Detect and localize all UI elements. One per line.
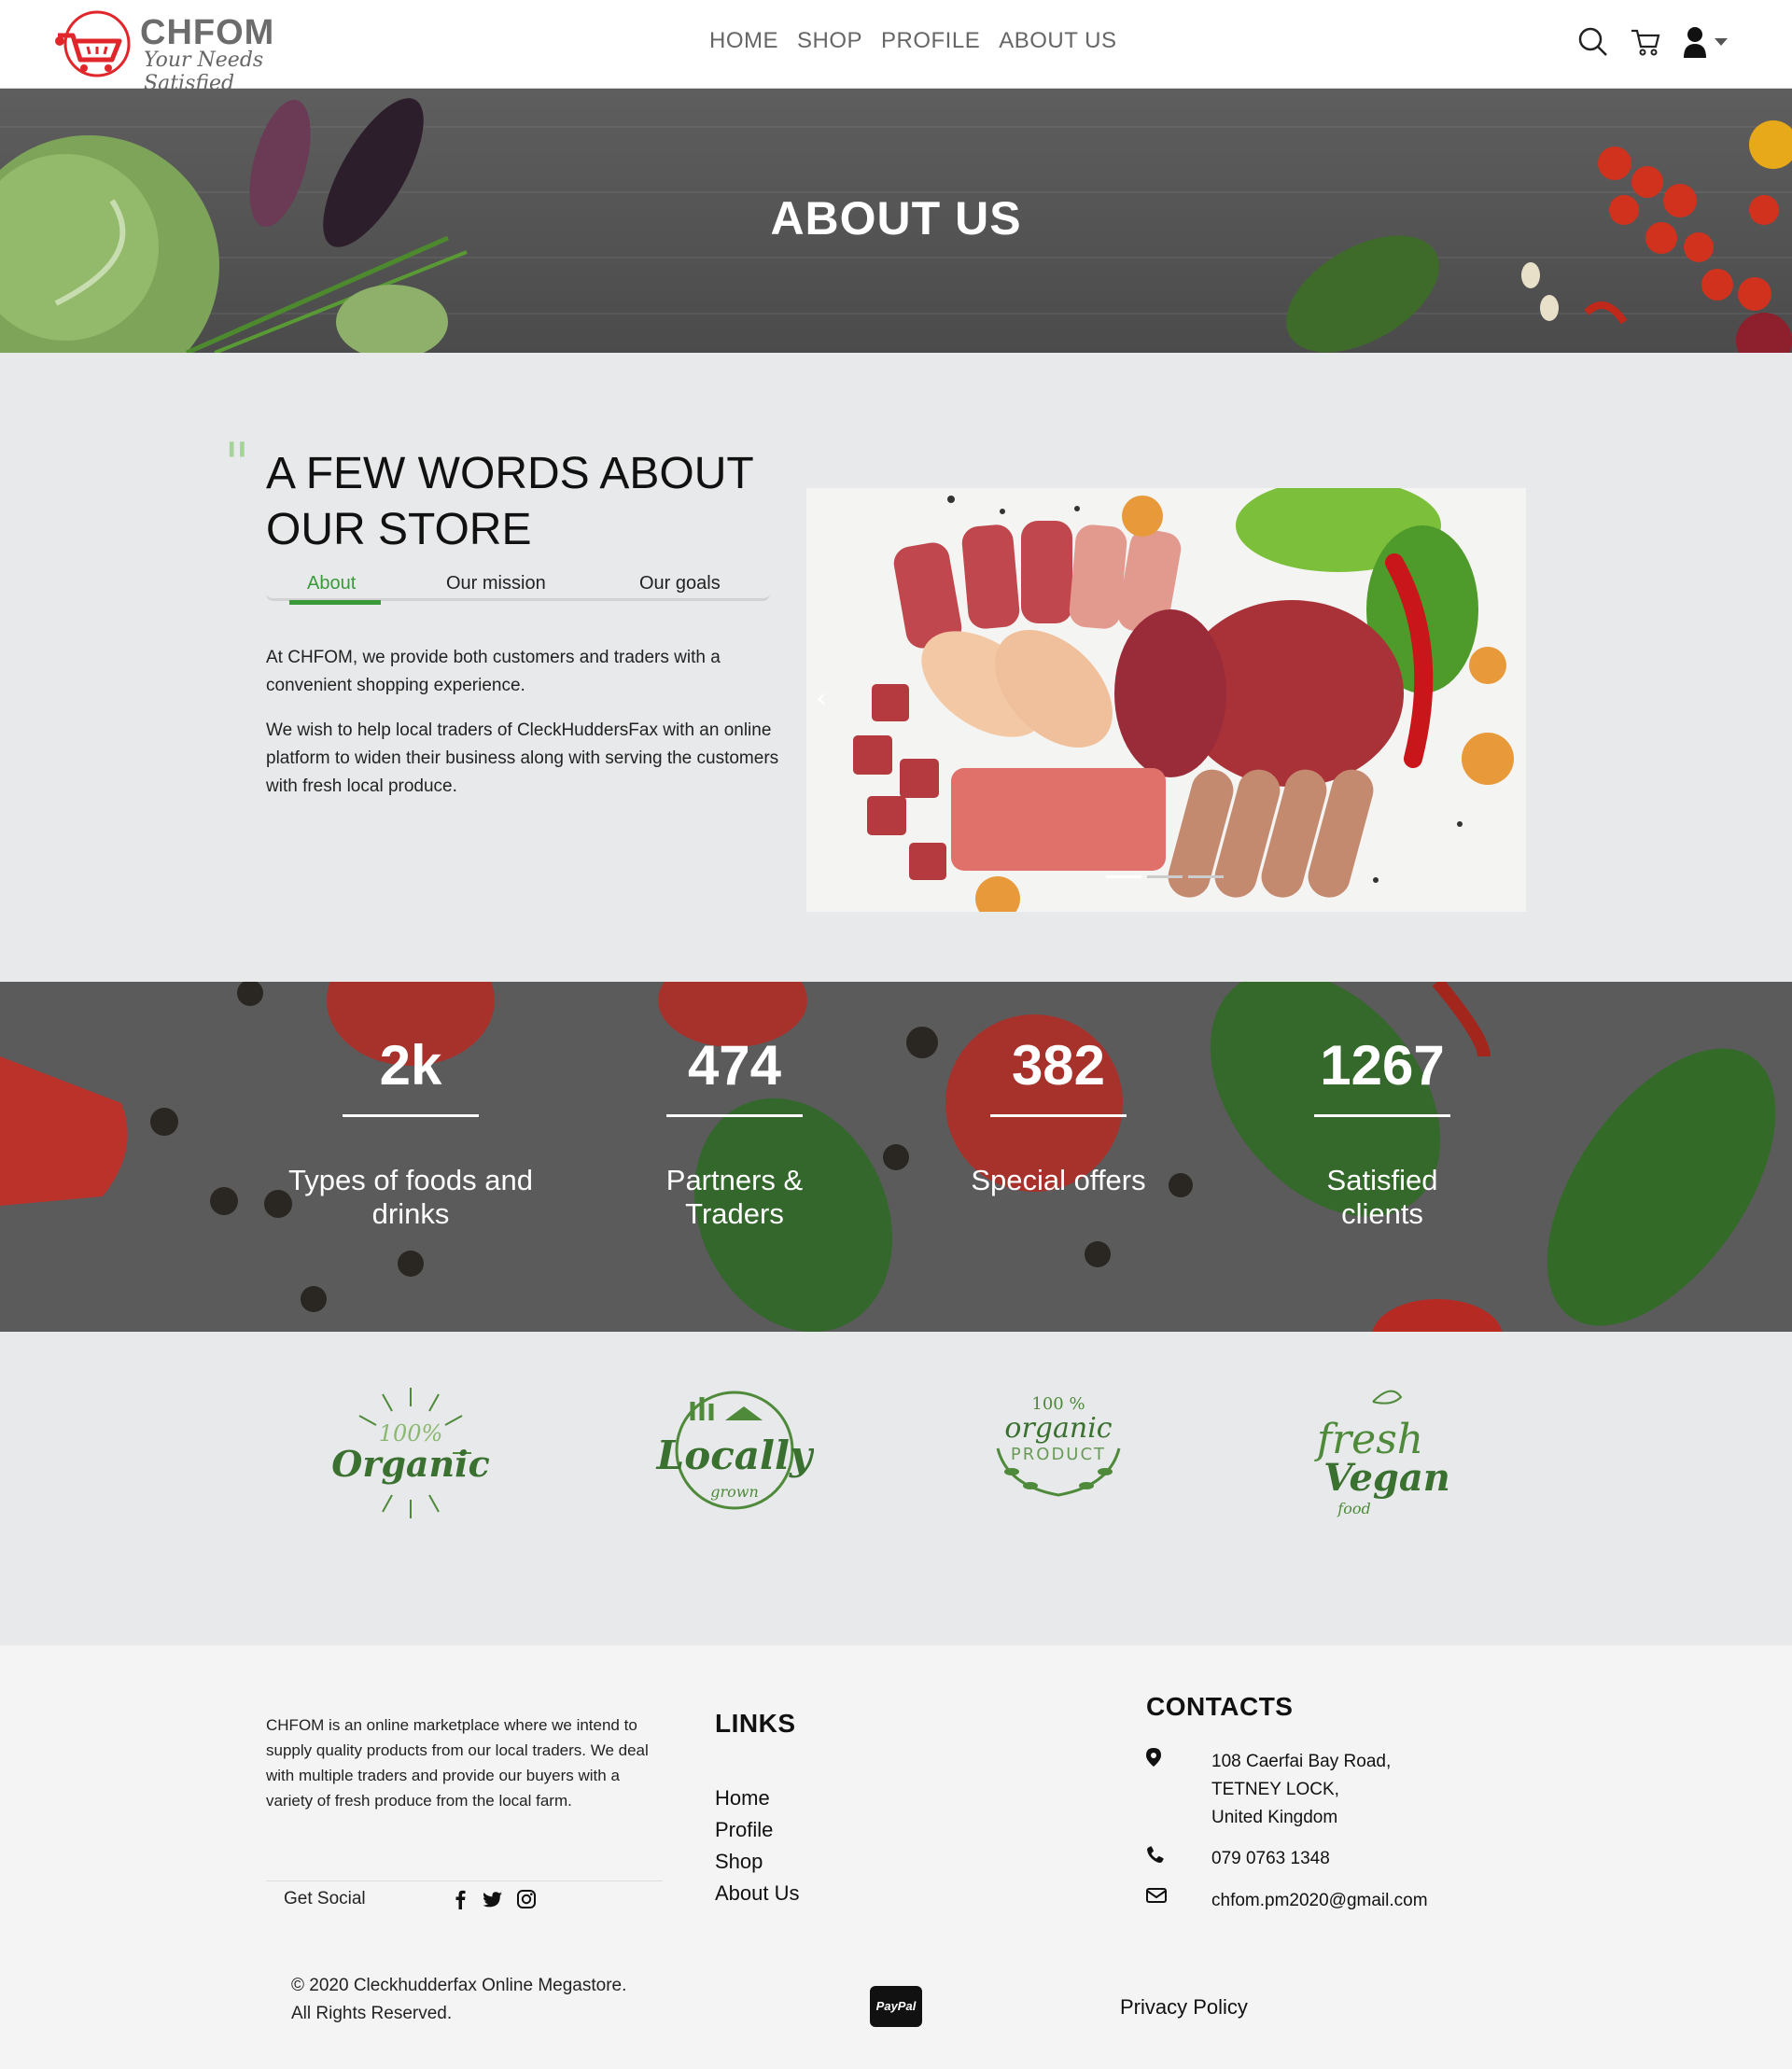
footer-links: Home Profile Shop About Us — [715, 1785, 800, 1907]
tab-about[interactable]: About — [307, 573, 356, 594]
social-bar: Get Social — [266, 1880, 663, 1918]
carousel-indicator[interactable] — [1188, 875, 1224, 878]
svg-text:Locally: Locally — [656, 1433, 814, 1478]
copyright-text: © 2020 Cleckhudderfax Online Megastore. … — [291, 1976, 627, 2023]
contact-address: 108 Caerfai Bay Road, TETNEY LOCK, Unite… — [1146, 1748, 1391, 1832]
svg-text:food: food — [1337, 1500, 1370, 1517]
nav-home[interactable]: HOME — [709, 28, 778, 54]
twitter-icon[interactable] — [483, 1889, 503, 1909]
contacts-heading: CONTACTS — [1146, 1692, 1294, 1721]
address-line: TETNEY LOCK, — [1211, 1780, 1339, 1799]
social-icons — [451, 1889, 537, 1909]
stat-value: 382 — [1011, 1034, 1106, 1097]
site-footer: CHFOM is an online marketplace where we … — [0, 1645, 1792, 2069]
stat-divider — [990, 1114, 1127, 1117]
meat-assortment-image — [806, 488, 1526, 912]
site-header: CHFOM Your Needs Satisfied HOME SHOP PRO… — [0, 0, 1792, 95]
contact-phone: 079 0763 1348 — [1146, 1845, 1330, 1873]
svg-text:PRODUCT: PRODUCT — [1011, 1445, 1106, 1464]
contact-email: chfom.pm2020@gmail.com — [1146, 1887, 1428, 1915]
stat-value: 1267 — [1320, 1034, 1445, 1097]
svg-text:grown: grown — [710, 1483, 759, 1501]
about-paragraph: At CHFOM, we provide both customers and … — [266, 648, 721, 695]
svg-text:Vegan: Vegan — [1323, 1456, 1450, 1500]
stat-label: Special offers — [971, 1164, 1146, 1196]
about-text: At CHFOM, we provide both customers and … — [266, 644, 779, 818]
about-paragraph: We wish to help local traders of CleckHu… — [266, 720, 779, 796]
nav-about-us[interactable]: ABOUT US — [999, 28, 1116, 54]
links-heading: LINKS — [715, 1709, 796, 1738]
svg-text:organic: organic — [1004, 1412, 1112, 1445]
about-heading: A FEW WORDS ABOUT OUR STORE — [266, 449, 753, 554]
privacy-policy-link[interactable]: Privacy Policy — [1120, 1995, 1248, 2020]
svg-text:Organic: Organic — [331, 1443, 490, 1485]
main-nav: HOME SHOP PROFILE ABOUT US — [709, 28, 1116, 54]
phone-number[interactable]: 079 0763 1348 — [1211, 1845, 1330, 1873]
cart-logo-icon — [55, 10, 131, 77]
user-icon — [1684, 27, 1706, 58]
logo-name: CHFOM — [140, 13, 275, 52]
organic-badge-icon: 100% Organic — [331, 1388, 490, 1518]
footer-link-shop[interactable]: Shop — [715, 1849, 800, 1875]
nav-profile[interactable]: PROFILE — [881, 28, 980, 54]
banner-title: ABOUT US — [770, 192, 1022, 245]
caret-down-icon — [1715, 38, 1728, 46]
locally-grown-badge-icon: Locally grown — [656, 1391, 814, 1510]
stat-label: Satisfied clients — [1326, 1164, 1438, 1230]
map-marker-icon — [1146, 1748, 1161, 1767]
footer-link-profile[interactable]: Profile — [715, 1817, 800, 1843]
stat-value: 474 — [687, 1034, 782, 1097]
organic-product-badge-icon: 100 % organic PRODUCT — [996, 1394, 1121, 1497]
badges-section: 100% Organic Locally grown 100 % organic… — [0, 1332, 1792, 1645]
envelope-icon — [1146, 1888, 1167, 1903]
about-tabs: About Our mission Our goals — [266, 569, 770, 605]
footer-description: CHFOM is an online marketplace where we … — [266, 1716, 649, 1810]
tab-our-goals[interactable]: Our goals — [639, 573, 721, 594]
image-carousel[interactable]: ‹ — [806, 488, 1526, 912]
svg-text:100 %: 100 % — [1031, 1394, 1085, 1414]
about-section: " A FEW WORDS ABOUT OUR STORE About Our … — [0, 353, 1792, 982]
stat-value: 2k — [379, 1034, 442, 1097]
footer-link-home[interactable]: Home — [715, 1785, 800, 1811]
logo[interactable]: CHFOM Your Needs Satisfied — [54, 7, 334, 95]
paypal-icon: PayPal — [870, 1986, 922, 2027]
instagram-icon[interactable] — [516, 1889, 537, 1909]
stat-label: Types of foods and drinks — [288, 1164, 533, 1230]
stat-divider — [343, 1114, 479, 1117]
stats-section: 2k Types of foods and drinks 474 Partner… — [0, 982, 1792, 1332]
address-line: United Kingdom — [1211, 1808, 1338, 1827]
quote-icon: " — [224, 431, 250, 496]
facebook-icon[interactable] — [451, 1889, 469, 1909]
footer-link-about-us[interactable]: About Us — [715, 1880, 800, 1907]
stat-label: Partners & Traders — [665, 1164, 804, 1230]
carousel-prev-icon[interactable]: ‹ — [816, 682, 827, 715]
stat-divider — [1314, 1114, 1450, 1117]
address-line: 108 Caerfai Bay Road, — [1211, 1752, 1392, 1771]
email-address[interactable]: chfom.pm2020@gmail.com — [1211, 1887, 1428, 1915]
nav-shop[interactable]: SHOP — [797, 28, 862, 54]
cart-icon[interactable] — [1630, 26, 1661, 58]
fresh-vegan-badge-icon: fresh Vegan food — [1314, 1390, 1450, 1517]
page-banner: ABOUT US — [0, 89, 1792, 353]
stat-divider — [666, 1114, 803, 1117]
header-icons — [1577, 26, 1729, 58]
search-icon[interactable] — [1577, 26, 1609, 58]
get-social-label: Get Social — [284, 1889, 366, 1908]
carousel-indicator[interactable] — [1147, 875, 1183, 878]
user-menu[interactable] — [1682, 26, 1729, 58]
tab-our-mission[interactable]: Our mission — [446, 573, 546, 594]
carousel-indicator[interactable] — [1106, 875, 1141, 878]
active-tab-indicator — [289, 600, 381, 605]
phone-icon — [1147, 1846, 1164, 1863]
